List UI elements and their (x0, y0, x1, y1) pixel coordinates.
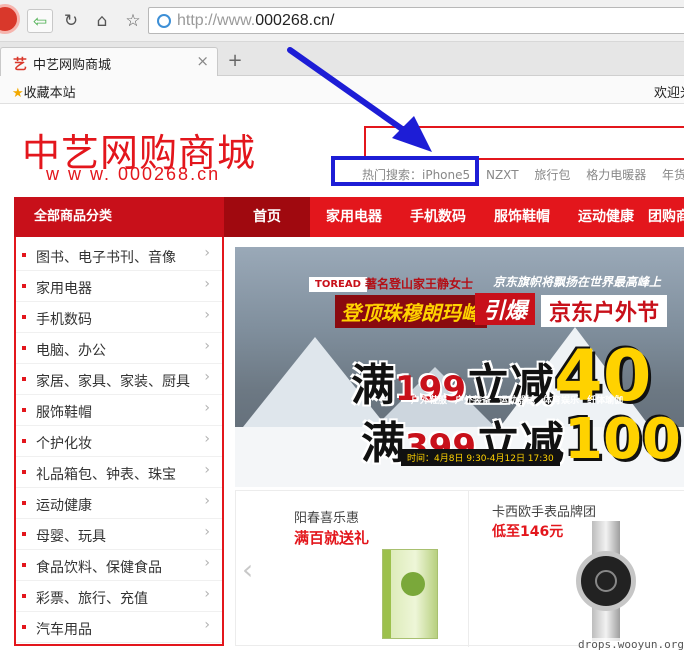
reload-icon[interactable]: ↻ (58, 9, 84, 33)
banner-subtitle: 京东旗帜将飘扬在世界最高峰上 (493, 275, 662, 289)
main-nav: 全部商品分类 首页 家用电器 手机数码 服饰鞋帽 运动健康 团购商 (14, 197, 684, 237)
tab-active[interactable]: 艺 中艺网购商城 × (0, 47, 218, 76)
chevron-right-icon: › (204, 307, 210, 323)
hot-search-item[interactable]: 格力电暖器 (586, 168, 646, 182)
bullet-icon (22, 346, 26, 350)
bullet-icon (22, 470, 26, 474)
banner-subtitle: 著名登山家王静女士 (365, 277, 474, 291)
globe-icon (157, 14, 171, 28)
chevron-right-icon: › (204, 524, 210, 540)
chevron-right-icon: › (204, 586, 210, 602)
chevron-right-icon: › (204, 400, 210, 416)
promo-subtitle[interactable]: 低至146元 (492, 521, 563, 541)
welcome-text: 欢迎光 (654, 86, 684, 101)
watermark: drops.wooyun.org (578, 638, 684, 651)
sidebar-item[interactable]: 个护化妆 › (16, 426, 222, 457)
chevron-right-icon: › (204, 369, 210, 385)
tab-bar: 艺 中艺网购商城 × + (0, 42, 684, 76)
browser-logo-icon[interactable] (0, 4, 20, 34)
banner-jd: 京东户外节 (541, 295, 668, 327)
banner-date: 时间：4月8日 9:30-4月12日 17:30 (401, 449, 560, 466)
sidebar-item[interactable]: 手机数码 › (16, 302, 222, 333)
address-bar[interactable]: http://www.000268.cn/ (148, 7, 684, 34)
sidebar-item[interactable]: 家用电器 › (16, 271, 222, 302)
sidebar-item[interactable]: 图书、电子书刊、音像 › (16, 240, 222, 271)
banner-tags: 户外鞋服 户外装备 运动器械 体育娱乐 纤体瑜伽 (411, 396, 624, 406)
banner-yin: 引爆 (475, 293, 536, 325)
chevron-right-icon: › (204, 555, 210, 571)
sidebar-item[interactable]: 电脑、办公 › (16, 333, 222, 364)
home-icon[interactable]: ⌂ (89, 9, 115, 33)
bullet-icon (22, 625, 26, 629)
bullet-icon (22, 501, 26, 505)
book-product-image[interactable] (382, 549, 438, 639)
chevron-right-icon: › (204, 338, 210, 354)
nav-item-group[interactable]: 团购商 (648, 197, 684, 237)
category-sidebar: 图书、电子书刊、音像 › 家用电器 › 手机数码 › 电脑、办公 › 家居、家具、家装、… (14, 237, 224, 646)
promo-title[interactable]: 卡西欧手表品牌团 (492, 501, 596, 520)
bookmarks-bar: ★收藏本站 欢迎光 (0, 76, 684, 104)
hero-banner[interactable]: TOREAD 著名登山家王静女士 京东旗帜将飘扬在世界最高峰上 登顶珠穆朗玛峰 … (235, 247, 684, 487)
sidebar-item[interactable]: 食品饮料、保健食品 › (16, 550, 222, 581)
sidebar-item[interactable]: 运动健康 › (16, 488, 222, 519)
star-icon: ★ (12, 86, 24, 101)
banner-brand: TOREAD (309, 277, 367, 292)
close-icon[interactable]: × (196, 52, 209, 70)
sidebar-item[interactable]: 彩票、旅行、充值 › (16, 581, 222, 612)
tab-title: 中艺网购商城 (33, 58, 112, 73)
bookmark-star-icon[interactable]: ☆ (120, 9, 146, 33)
bullet-icon (22, 408, 26, 412)
bookmark-item[interactable]: ★收藏本站 (12, 82, 76, 101)
nav-item-apparel[interactable]: 服饰鞋帽 (480, 197, 564, 237)
promo-row: ‹ 阳春喜乐惠 满百就送礼 卡西欧手表品牌团 低至146元 (235, 490, 684, 647)
chevron-right-icon: › (204, 276, 210, 292)
new-tab-button[interactable]: + (224, 51, 246, 73)
sidebar-item[interactable]: 母婴、玩具 › (16, 519, 222, 550)
divider (468, 491, 469, 647)
nav-item-sports[interactable]: 运动健康 (564, 197, 648, 237)
browser-toolbar: ⇦ ↻ ⌂ ☆ http://www.000268.cn/ (0, 0, 684, 42)
bullet-icon (22, 377, 26, 381)
back-arrow-icon[interactable]: ⇦ (27, 9, 53, 33)
sidebar-item[interactable]: 礼品箱包、钟表、珠宝 › (16, 457, 222, 488)
bullet-icon (22, 563, 26, 567)
site-url: w w w. 000268.cn (46, 164, 221, 184)
chevron-right-icon: › (204, 431, 210, 447)
sidebar-item[interactable]: 家居、家具、家装、厨具 › (16, 364, 222, 395)
bullet-icon (22, 532, 26, 536)
nav-item-home[interactable]: 首页 (224, 197, 310, 237)
banner-peak: 登顶珠穆朗玛峰 (335, 295, 487, 328)
hot-search-item[interactable]: NZXT (486, 168, 519, 182)
sidebar-item[interactable]: 服饰鞋帽 › (16, 395, 222, 426)
chevron-left-icon[interactable]: ‹ (242, 553, 253, 586)
bullet-icon (22, 439, 26, 443)
chevron-right-icon: › (204, 493, 210, 509)
site-favicon-icon: 艺 (13, 57, 27, 73)
bullet-icon (22, 315, 26, 319)
sidebar-item[interactable]: 汽车用品 › (16, 612, 222, 643)
chevron-right-icon: › (204, 462, 210, 478)
nav-item-appliances[interactable]: 家用电器 (312, 197, 396, 237)
all-categories[interactable]: 全部商品分类 (14, 197, 224, 237)
promo-title[interactable]: 阳春喜乐惠 (294, 507, 359, 526)
bullet-icon (22, 284, 26, 288)
url-text: http://www.000268.cn/ (177, 12, 335, 29)
chevron-right-icon: › (204, 245, 210, 261)
chevron-right-icon: › (204, 617, 210, 633)
bullet-icon (22, 253, 26, 257)
hot-search-item[interactable]: 年货先到 (662, 168, 684, 182)
hot-search-item[interactable]: 旅行包 (534, 168, 570, 182)
search-input[interactable] (364, 126, 684, 160)
watch-product-image[interactable] (576, 521, 636, 641)
nav-item-mobile[interactable]: 手机数码 (396, 197, 480, 237)
bullet-icon (22, 594, 26, 598)
annotation-highlight-box (331, 156, 479, 186)
promo-subtitle[interactable]: 满百就送礼 (294, 527, 369, 548)
